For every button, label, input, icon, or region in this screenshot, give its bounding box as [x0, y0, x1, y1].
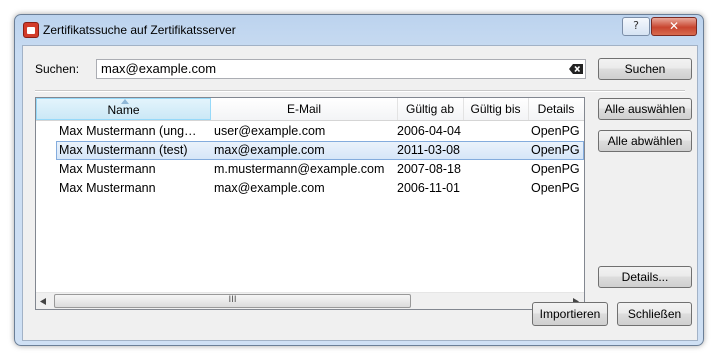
- sort-ascending-icon: [121, 99, 129, 104]
- table-row[interactable]: Max Mustermann m.mustermann@example.com …: [36, 160, 584, 179]
- column-header-label: Name: [107, 103, 140, 117]
- table-row[interactable]: Max Mustermann max@example.com 2006-11-0…: [36, 179, 584, 198]
- help-button[interactable]: ?: [622, 17, 650, 36]
- cell-name: Max Mustermann: [59, 162, 156, 176]
- cell-valid-from: 2011-03-08: [397, 143, 461, 157]
- separator: [35, 90, 685, 92]
- dialog-window: Zertifikatssuche auf Zertifikatsserver ?…: [14, 14, 704, 346]
- scroll-left-icon[interactable]: [40, 298, 46, 305]
- window-title: Zertifikatssuche auf Zertifikatsserver: [43, 23, 236, 37]
- cell-email: user@example.com: [214, 124, 326, 138]
- select-all-button[interactable]: Alle auswählen: [598, 98, 692, 120]
- list-header: Name E-Mail Gültig ab Gültig bis Details: [36, 98, 584, 121]
- search-label: Suchen:: [35, 62, 80, 76]
- column-header-details[interactable]: Details: [528, 98, 584, 120]
- clear-search-icon[interactable]: [569, 64, 583, 74]
- cell-email: max@example.com: [214, 181, 325, 195]
- column-header-email[interactable]: E-Mail: [211, 98, 398, 120]
- title-bar[interactable]: Zertifikatssuche auf Zertifikatsserver ?…: [15, 15, 703, 45]
- close-window-button[interactable]: ✕: [651, 17, 697, 36]
- certificate-list[interactable]: Name E-Mail Gültig ab Gültig bis Details…: [35, 97, 585, 310]
- horizontal-scrollbar[interactable]: III: [36, 292, 584, 309]
- cell-valid-from: 2006-11-01: [397, 181, 461, 195]
- cell-valid-from: 2006-04-04: [397, 124, 461, 138]
- cell-details: OpenPG: [531, 162, 580, 176]
- deselect-all-button[interactable]: Alle abwählen: [598, 130, 692, 152]
- column-header-valid-to[interactable]: Gültig bis: [463, 98, 529, 120]
- search-input[interactable]: max@example.com: [96, 59, 586, 79]
- scrollbar-thumb[interactable]: III: [54, 294, 411, 308]
- cell-valid-to: [466, 160, 526, 179]
- app-icon: [23, 22, 39, 38]
- cell-email: max@example.com: [214, 143, 325, 157]
- cell-valid-from: 2007-08-18: [397, 162, 461, 176]
- cell-name: Max Mustermann: [59, 181, 156, 195]
- table-row-selected[interactable]: Max Mustermann (test) max@example.com 20…: [56, 141, 584, 160]
- column-header-name[interactable]: Name: [36, 98, 211, 120]
- import-button[interactable]: Importieren: [532, 302, 608, 326]
- search-button[interactable]: Suchen: [598, 58, 692, 80]
- cell-valid-to: [466, 179, 526, 198]
- cell-details: OpenPG: [531, 124, 580, 138]
- cell-valid-to: [466, 122, 526, 141]
- cell-name: Max Mustermann (ung…: [59, 124, 197, 138]
- cell-details: OpenPG: [531, 181, 580, 195]
- column-header-valid-from[interactable]: Gültig ab: [397, 98, 464, 120]
- cell-name: Max Mustermann (test): [59, 143, 188, 157]
- details-button[interactable]: Details...: [598, 266, 692, 288]
- cell-valid-to: [466, 141, 526, 160]
- cell-email: m.mustermann@example.com: [214, 162, 385, 176]
- cell-details: OpenPG: [531, 143, 580, 157]
- close-button[interactable]: Schließen: [617, 302, 692, 326]
- table-row[interactable]: Max Mustermann (ung… user@example.com 20…: [36, 122, 584, 141]
- dialog-content: Suchen: max@example.com Suchen Name E-Ma…: [22, 45, 698, 341]
